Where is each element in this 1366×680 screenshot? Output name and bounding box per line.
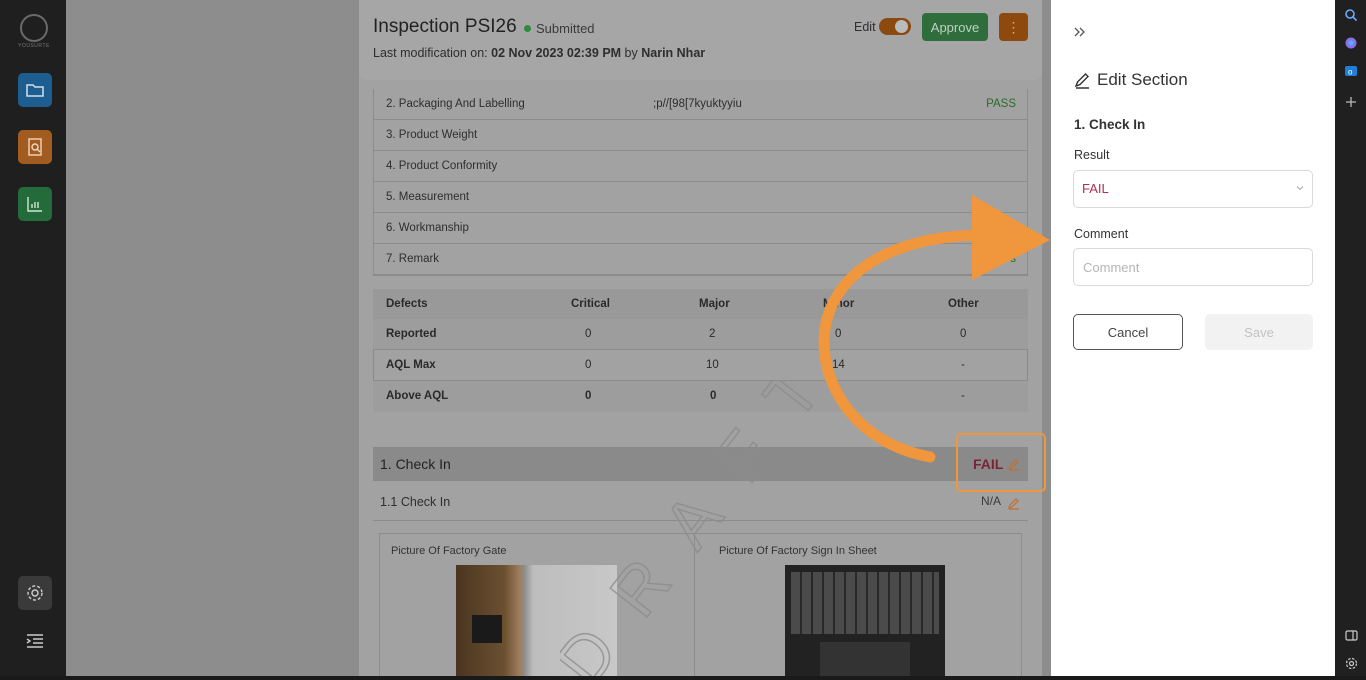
cell-other: - <box>961 390 965 402</box>
cell-critical: 0 <box>585 328 592 340</box>
inspection-nav-button[interactable] <box>18 130 52 164</box>
status-badge: Submitted <box>524 21 595 36</box>
table-row[interactable]: 3. Product Weight <box>373 120 1028 151</box>
search-icon[interactable] <box>1341 5 1361 25</box>
section-label: 2. Packaging And Labelling <box>386 98 525 110</box>
table-row[interactable]: 5. Measurement <box>373 182 1028 213</box>
table-row: Above AQL 0 0 - <box>373 381 1028 412</box>
photo-caption: Picture Of Factory Gate <box>391 545 507 557</box>
section-label: 3. Product Weight <box>386 129 478 141</box>
sub-check-result: N/A <box>981 494 1002 508</box>
last-modification: Last modification on: 02 Nov 2023 02:39 … <box>373 46 705 60</box>
edit-toggle-knob[interactable] <box>895 20 908 33</box>
cell-major: 10 <box>706 359 719 371</box>
analytics-nav-button[interactable] <box>18 187 52 221</box>
table-row: Reported 0 2 0 0 <box>373 319 1028 350</box>
divider <box>694 533 695 680</box>
sidebar-toggle-icon[interactable] <box>1341 625 1361 645</box>
table-row: AQL Max 0 10 14 - <box>373 350 1028 381</box>
column-header: Critical <box>571 298 610 310</box>
sign-in-sheet-photo-detail <box>820 642 910 680</box>
gear-icon[interactable] <box>1341 653 1361 673</box>
column-header: Other <box>948 298 979 310</box>
status-text: Submitted <box>536 21 595 36</box>
cell-critical: 0 <box>585 359 592 371</box>
last-mod-by: by <box>621 46 642 60</box>
pencil-icon <box>1074 72 1089 89</box>
sub-check-title: 1.1 Check In <box>380 495 451 509</box>
sign-in-sheet-photo-detail <box>791 572 939 634</box>
section-label: 7. Remark <box>386 253 440 265</box>
plus-icon[interactable] <box>1341 92 1361 112</box>
report-search-icon <box>28 138 42 156</box>
more-options-button[interactable]: ⋮ <box>999 13 1028 41</box>
settings-nav-button[interactable] <box>18 576 52 610</box>
row-label: AQL Max <box>386 359 436 371</box>
cancel-button[interactable]: Cancel <box>1073 314 1183 350</box>
status-dot-icon <box>524 25 531 32</box>
defects-header-row: Defects Critical Major Minor Other <box>373 289 1028 320</box>
app-logo <box>20 14 48 42</box>
chevron-down-icon[interactable] <box>1295 183 1305 196</box>
collapse-panel-icon[interactable] <box>1073 25 1087 44</box>
section-result: s <box>1010 253 1016 265</box>
section-name: 1. Check In <box>1074 117 1146 132</box>
last-mod-prefix: Last modification on: <box>373 46 492 60</box>
cell-minor: 14 <box>832 359 845 371</box>
result-label: Result <box>1074 148 1110 162</box>
section-label: 6. Workmanship <box>386 222 469 234</box>
cell-other: - <box>961 359 965 371</box>
column-header: Defects <box>386 298 428 310</box>
last-mod-date: 02 Nov 2023 02:39 PM <box>491 46 622 60</box>
column-header: Major <box>699 298 730 310</box>
photo-caption: Picture Of Factory Sign In Sheet <box>719 545 877 557</box>
section-comment: ;p//[98[7kyuktyyiu <box>653 98 742 110</box>
cell-major: 0 <box>710 390 717 402</box>
edit-toggle-label: Edit <box>854 20 876 34</box>
divider <box>373 520 1028 521</box>
cell-major: 2 <box>709 328 716 340</box>
result-select[interactable] <box>1073 170 1313 208</box>
result-selected-value[interactable]: FAIL <box>1082 181 1109 196</box>
table-row[interactable]: 6. Workmanship <box>373 213 1028 244</box>
last-mod-user: Narin Nhar <box>641 46 706 60</box>
table-row[interactable]: 2. Packaging And Labelling ;p//[98[7kyukt… <box>373 89 1028 120</box>
page-title: Inspection PSI26 <box>373 16 517 37</box>
panel-title: Edit Section <box>1074 70 1188 90</box>
section-result: PASS <box>986 98 1016 110</box>
app-logo-text: YOUSURTE <box>18 43 50 49</box>
section-label: 5. Measurement <box>386 191 470 203</box>
comment-input[interactable] <box>1073 248 1313 286</box>
check-in-title: 1. Check In <box>380 456 451 472</box>
dim-overlay-left <box>66 0 359 680</box>
table-row[interactable]: 7. Remark s <box>373 244 1028 275</box>
cell-critical: 0 <box>585 390 592 402</box>
folder-nav-button[interactable] <box>18 73 52 107</box>
save-button[interactable]: Save <box>1205 314 1313 350</box>
menu-indent-icon <box>26 634 43 648</box>
collapse-menu-button[interactable] <box>18 624 52 658</box>
window-bottom-edge <box>0 676 1366 680</box>
highlight-box <box>956 433 1046 492</box>
section-label: 4. Product Conformity <box>386 160 498 172</box>
dim-overlay-right <box>1042 0 1051 680</box>
row-label: Above AQL <box>386 390 449 402</box>
cell-minor: 0 <box>835 328 842 340</box>
row-label: Reported <box>386 328 437 340</box>
column-header: Minor <box>823 298 855 310</box>
table-row[interactable]: 4. Product Conformity <box>373 151 1028 182</box>
copilot-icon[interactable] <box>1341 33 1361 53</box>
approve-button[interactable]: Approve <box>922 13 988 41</box>
bar-chart-icon <box>27 197 42 212</box>
cell-other: 0 <box>960 328 967 340</box>
gear-icon <box>27 585 43 601</box>
folder-icon <box>26 84 44 97</box>
pencil-icon[interactable] <box>1007 496 1021 515</box>
outlook-icon[interactable]: o <box>1341 61 1361 81</box>
svg-text:o: o <box>1348 68 1353 77</box>
panel-title-text: Edit Section <box>1097 70 1188 89</box>
factory-gate-photo-detail <box>472 615 502 643</box>
comment-label: Comment <box>1074 227 1129 241</box>
check-in-section-bar[interactable] <box>373 447 1028 481</box>
